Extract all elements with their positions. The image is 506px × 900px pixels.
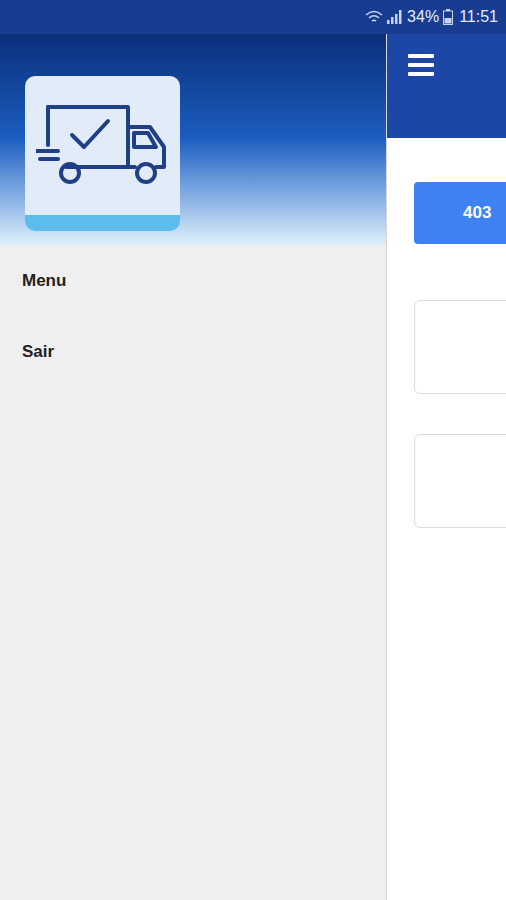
wifi-icon — [365, 10, 383, 24]
signal-icon — [387, 10, 403, 24]
drawer-item[interactable]: Sair — [0, 316, 386, 387]
battery-icon — [443, 9, 453, 25]
card[interactable] — [414, 434, 506, 528]
menu-icon[interactable] — [408, 53, 434, 77]
drawer-header — [0, 34, 386, 245]
app-screen: 34% 11:51 MenuSair 403 — [0, 0, 506, 900]
status-bar: 34% 11:51 — [0, 0, 506, 34]
app-bar — [387, 34, 506, 138]
primary-button[interactable]: 403 — [414, 182, 506, 244]
drawer-menu: MenuSair — [0, 245, 386, 387]
main-panel: 403 — [387, 34, 506, 900]
card[interactable] — [414, 300, 506, 394]
drawer-item[interactable]: Menu — [0, 245, 386, 316]
truck-icon — [36, 101, 170, 191]
content: 403 — [387, 138, 506, 528]
navigation-drawer: MenuSair — [0, 34, 387, 900]
body: MenuSair 403 — [0, 34, 506, 900]
app-logo — [25, 76, 180, 231]
battery-level: 34% — [407, 5, 439, 29]
clock: 11:51 — [459, 5, 498, 29]
